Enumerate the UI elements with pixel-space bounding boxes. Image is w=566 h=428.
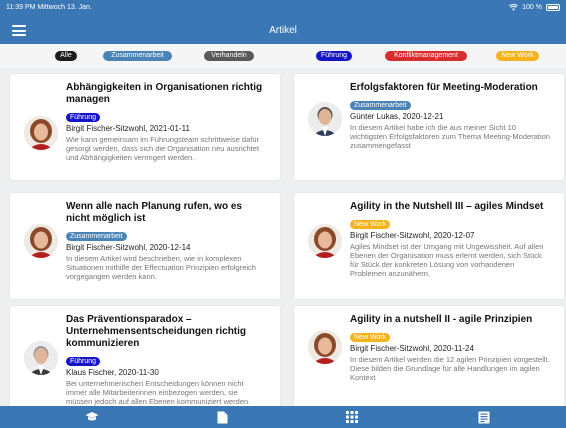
article-excerpt: In diesem Artikel wird beschrieben, wie … bbox=[66, 254, 256, 281]
filter-chip-fuehrung[interactable]: Führung bbox=[316, 51, 352, 61]
article-card[interactable]: Wenn alle nach Planung rufen, wo es nich… bbox=[10, 193, 280, 299]
filter-bar: Alle Zusammenarbeit Verhandeln Führung K… bbox=[0, 44, 566, 68]
author-avatar bbox=[308, 224, 342, 258]
author-avatar bbox=[24, 116, 58, 150]
article-grid: Abhängigkeiten in Organisationen richtig… bbox=[0, 68, 566, 406]
article-tag: Zusammenarbeit bbox=[350, 101, 411, 110]
author-avatar bbox=[308, 102, 342, 136]
article-card[interactable]: Agility in the Nutshell III – agiles Min… bbox=[294, 193, 564, 299]
article-tag: New Work bbox=[350, 333, 391, 342]
page-title: Artikel bbox=[269, 25, 297, 36]
battery-icon bbox=[546, 3, 560, 11]
filter-chip-zusammenarbeit[interactable]: Zusammenarbeit bbox=[103, 51, 172, 61]
graduation-cap-icon bbox=[85, 412, 99, 421]
article-excerpt: Agiles Mindset ist der Umgang mit Ungewi… bbox=[350, 242, 544, 278]
tab-courses[interactable] bbox=[80, 408, 104, 426]
tab-documents[interactable] bbox=[210, 408, 234, 426]
article-title: Abhängigkeiten in Organisationen richtig… bbox=[66, 82, 263, 105]
status-bar: 11:39 PM Mittwoch 13. Jan. 100 % bbox=[0, 0, 566, 14]
article-excerpt: Wie kann gemeinsam im Führungsteam schri… bbox=[66, 135, 260, 162]
tab-articles[interactable] bbox=[472, 408, 496, 426]
article-byline: Birgit Fischer-Sitzwohl, 2020-12-14 bbox=[66, 243, 191, 252]
article-title: Das Präventionsparadox – Unternehmensent… bbox=[66, 314, 247, 349]
article-tag: Führung bbox=[66, 357, 101, 366]
avatar-woman-icon bbox=[24, 224, 58, 258]
article-byline: Birgit Fischer-Sitzwohl, 2021-01-11 bbox=[66, 124, 190, 133]
status-date: Mittwoch 13. Jan. bbox=[37, 3, 92, 11]
nav-bar: Artikel bbox=[0, 14, 566, 44]
filter-chip-alle[interactable]: Alle bbox=[55, 51, 77, 61]
article-excerpt: In diesem Artikel habe ich die aus meine… bbox=[350, 123, 550, 150]
article-byline: Günter Lukas, 2020-12-21 bbox=[350, 112, 444, 121]
article-card[interactable]: Erfolgsfaktoren für Meeting-Moderation Z… bbox=[294, 74, 564, 180]
article-byline: Birgit Fischer-Sitzwohl, 2020-12-07 bbox=[350, 231, 475, 240]
avatar-man-icon bbox=[24, 341, 58, 375]
author-avatar bbox=[24, 341, 58, 375]
article-title: Erfolgsfaktoren für Meeting-Moderation bbox=[350, 82, 538, 93]
avatar-man-icon bbox=[308, 102, 342, 136]
filter-chip-new-work[interactable]: New Work bbox=[496, 51, 539, 61]
article-title: Agility in a nutshell II - agile Prinzip… bbox=[350, 314, 533, 325]
author-avatar bbox=[308, 330, 342, 364]
article-excerpt: Bei unternehmerischen Entscheidungen kön… bbox=[66, 379, 251, 406]
article-excerpt: In diesem Artikel werden die 12 agilen P… bbox=[350, 355, 550, 382]
article-card[interactable]: Das Präventionsparadox – Unternehmensent… bbox=[10, 306, 280, 406]
filter-chip-konfliktmanagement[interactable]: Konfliktmanagement bbox=[385, 51, 467, 61]
article-tag: Zusammenarbeit bbox=[66, 232, 127, 241]
article-byline: Birgit Fischer-Sitzwohl, 2020-11-24 bbox=[350, 344, 474, 353]
article-card[interactable]: Agility in a nutshell II - agile Prinzip… bbox=[294, 306, 564, 406]
author-avatar bbox=[24, 224, 58, 258]
article-title: Wenn alle nach Planung rufen, wo es nich… bbox=[66, 201, 242, 224]
battery-percent: 100 % bbox=[522, 3, 542, 11]
avatar-woman-icon bbox=[24, 116, 58, 150]
article-card[interactable]: Abhängigkeiten in Organisationen richtig… bbox=[10, 74, 280, 180]
document-icon bbox=[217, 411, 227, 423]
news-icon bbox=[478, 411, 490, 423]
status-time: 11:39 PM bbox=[6, 3, 36, 11]
avatar-woman-icon bbox=[308, 330, 342, 364]
apps-grid-icon bbox=[346, 411, 358, 423]
wifi-icon bbox=[509, 3, 519, 11]
article-title: Agility in the Nutshell III – agiles Min… bbox=[350, 201, 544, 212]
tab-apps[interactable] bbox=[340, 408, 364, 426]
article-tag: New Work bbox=[350, 220, 391, 229]
avatar-woman-icon bbox=[308, 224, 342, 258]
article-tag: Führung bbox=[66, 113, 101, 122]
article-byline: Klaus Fischer, 2020-11-30 bbox=[66, 368, 159, 377]
filter-chip-verhandeln[interactable]: Verhandeln bbox=[204, 51, 254, 61]
tab-bar bbox=[0, 406, 566, 428]
